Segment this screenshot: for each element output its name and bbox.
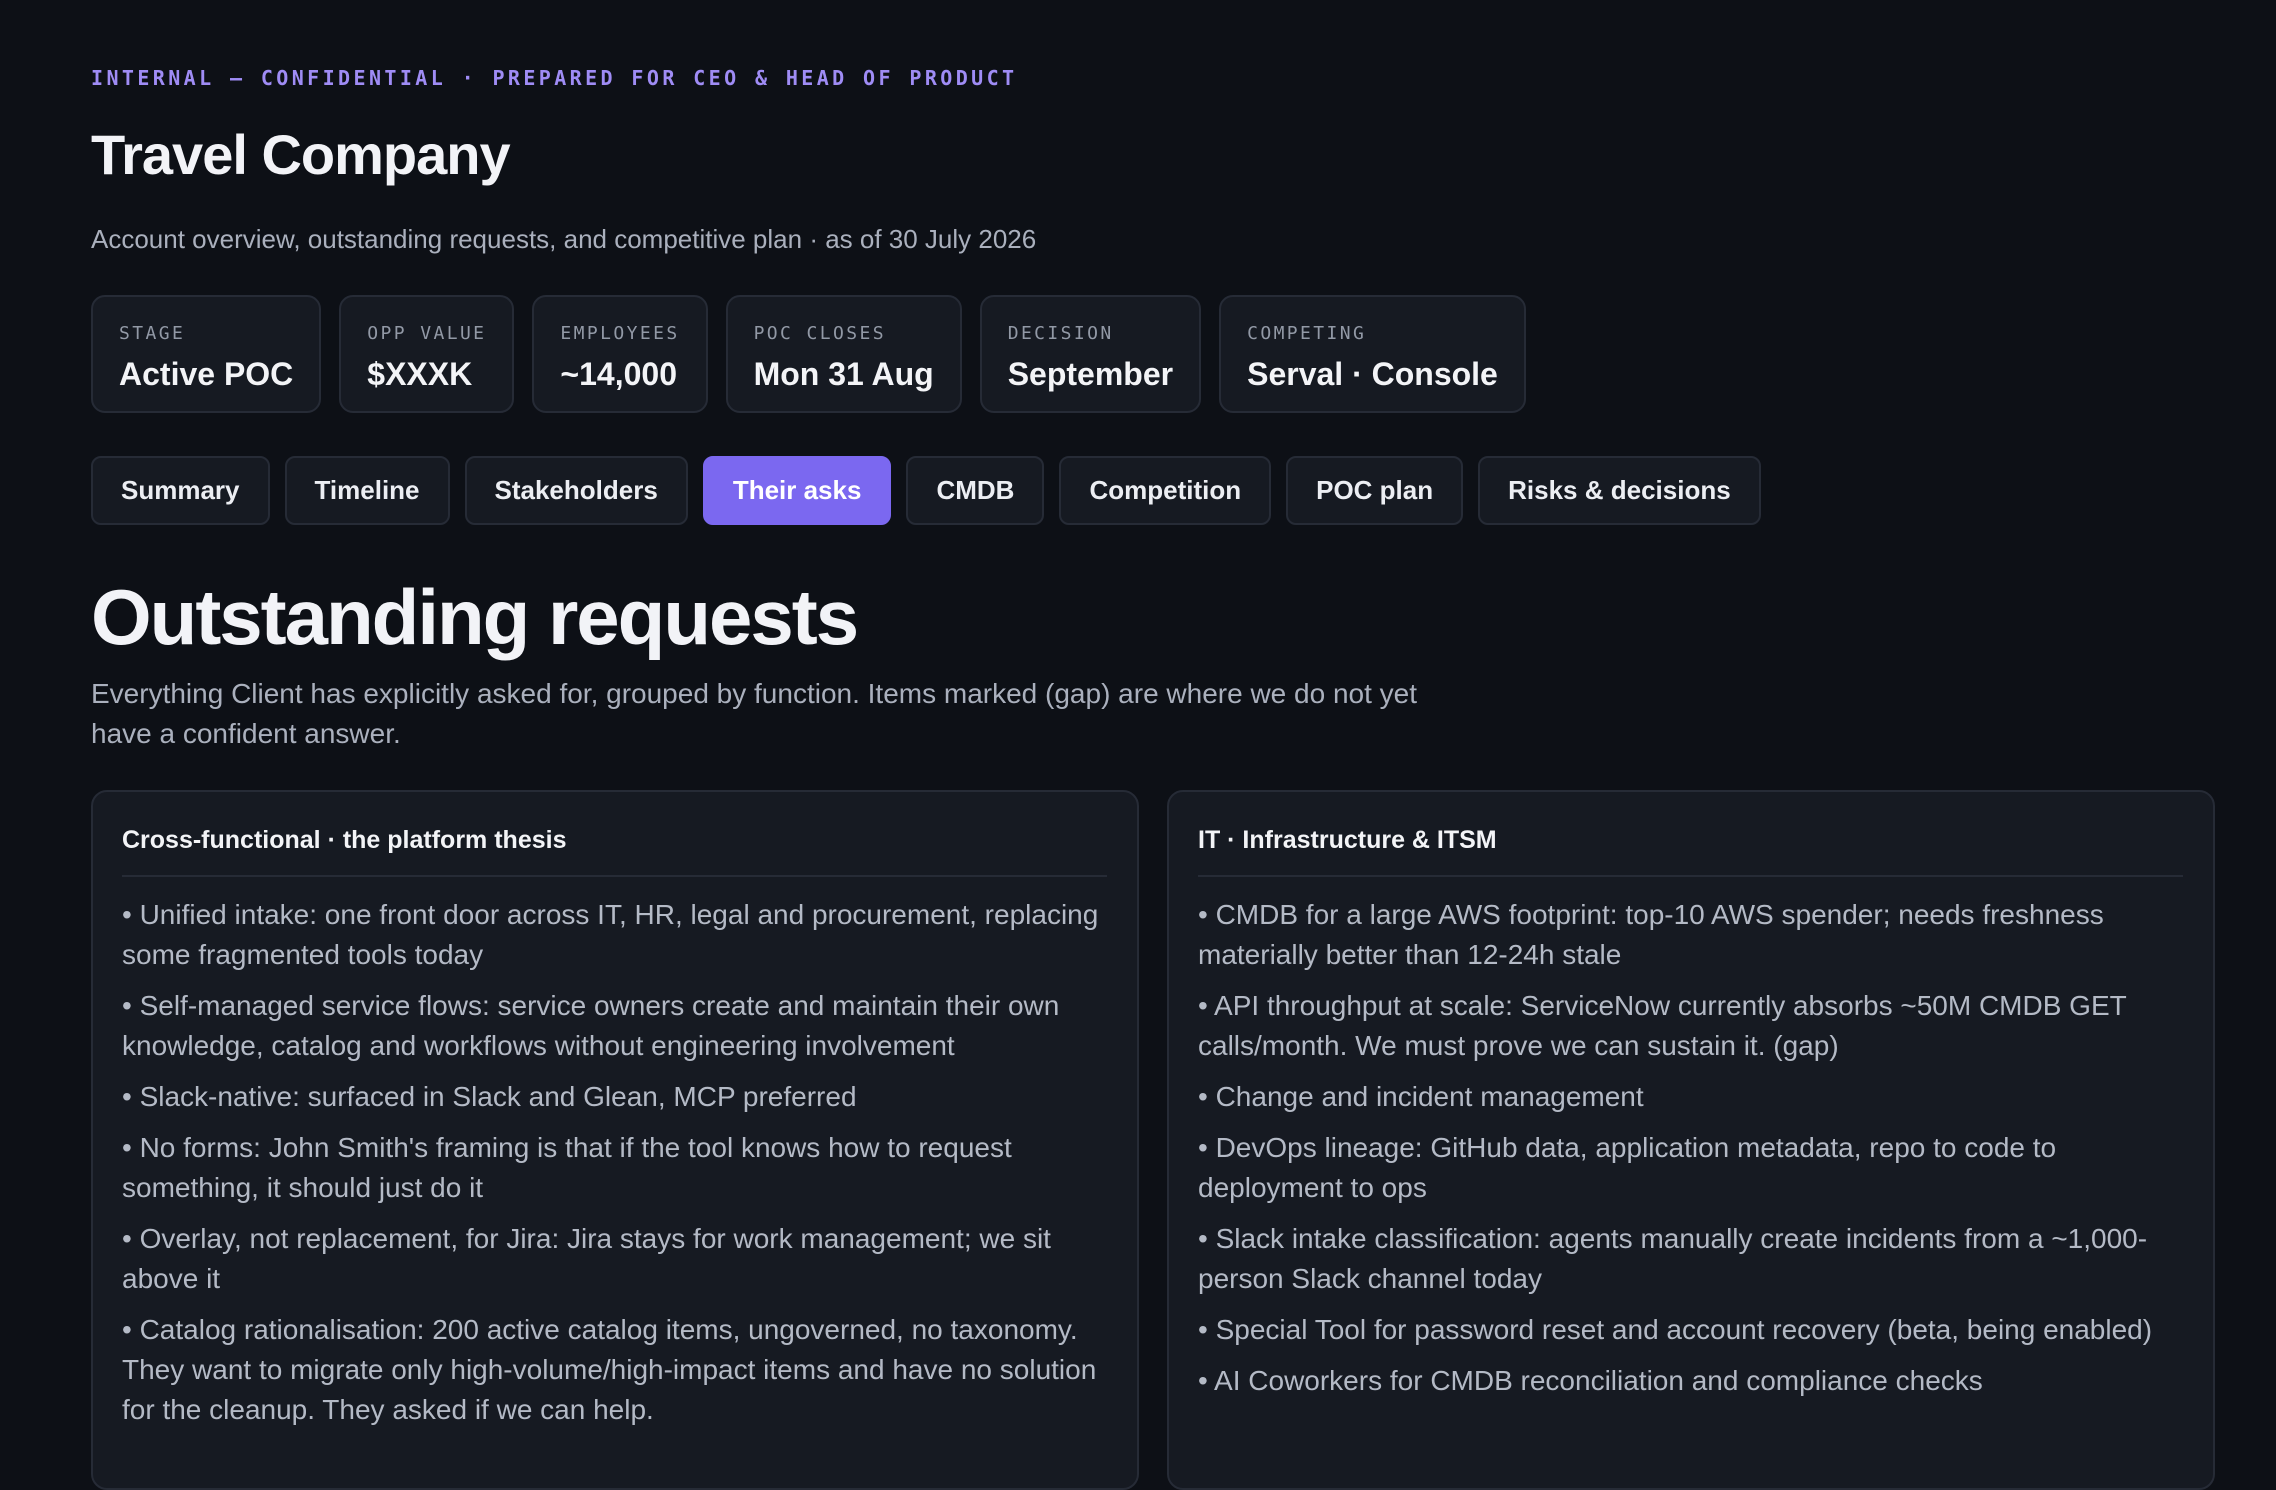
tab-their-asks[interactable]: Their asks [702,456,892,525]
list-item: • Overlay, not replacement, for Jira: Ji… [122,1223,1051,1294]
stat-card-employees: EMPLOYEES ~14,000 [532,295,708,413]
stat-card-competing: COMPETING Serval · Console [1219,295,1526,413]
tab-poc-plan[interactable]: POC plan [1286,456,1464,525]
account-overview-page: INTERNAL — CONFIDENTIAL · PREPARED FOR C… [91,0,2215,1490]
list-item: • DevOps lineage: GitHub data, applicati… [1198,1132,2057,1203]
stat-label: POC CLOSES [753,323,886,344]
tab-risks-decisions[interactable]: Risks & decisions [1478,456,1761,525]
tab-stakeholders[interactable]: Stakeholders [464,456,688,525]
stat-label: STAGE [119,323,186,344]
stat-label: EMPLOYEES [560,323,680,344]
list-item: • API throughput at scale: ServiceNow cu… [1198,990,2127,1061]
card-title: Cross-functional · the platform thesis [122,826,1107,877]
tab-cmdb[interactable]: CMDB [906,456,1045,525]
tab-competition[interactable]: Competition [1059,456,1272,525]
stat-value: Active POC [119,356,294,392]
section-description: Everything Client has explicitly asked f… [91,678,1418,749]
request-list: • Unified intake: one front door across … [122,895,1107,1430]
list-item: • No forms: John Smith's framing is that… [122,1132,1012,1203]
stat-card-decision: DECISION September [979,295,1202,413]
requests-card-it-infrastructure: IT · Infrastructure & ITSM • CMDB for a … [1167,790,2215,1490]
list-item: • Slack intake classification: agents ma… [1198,1223,2148,1294]
list-item: • Slack-native: surfaced in Slack and Gl… [122,1081,857,1112]
stat-label: DECISION [1007,323,1114,344]
stat-label: COMPETING [1247,323,1367,344]
list-item: • Change and incident management [1198,1081,1644,1112]
confidentiality-eyebrow: INTERNAL — CONFIDENTIAL · PREPARED FOR C… [91,66,1018,90]
list-item: • CMDB for a large AWS footprint: top-10… [1198,899,2104,970]
list-item: • Special Tool for password reset and ac… [1198,1314,2153,1345]
stat-card-opp-value: OPP VALUE $XXXK [339,295,515,413]
stat-value: ~14,000 [560,356,677,392]
list-item: • Catalog rationalisation: 200 active ca… [122,1314,1097,1425]
list-item: • Self-managed service flows: service ow… [122,990,1060,1061]
stat-value: $XXXK [367,356,473,392]
list-item: • AI Coworkers for CMDB reconciliation a… [1198,1365,1983,1396]
section-tabs: Summary Timeline Stakeholders Their asks… [91,456,1761,525]
page-subtitle: Account overview, outstanding requests, … [91,224,1037,254]
list-item: • Unified intake: one front door across … [122,899,1099,970]
stat-label: OPP VALUE [367,323,487,344]
requests-card-cross-functional: Cross-functional · the platform thesis •… [91,790,1139,1490]
stat-card-poc-closes: POC CLOSES Mon 31 Aug [725,295,962,413]
card-title: IT · Infrastructure & ITSM [1198,826,2183,877]
stat-cards: STAGE Active POC OPP VALUE $XXXK EMPLOYE… [91,295,1526,413]
tab-timeline[interactable]: Timeline [284,456,450,525]
section-title: Outstanding requests [91,573,859,661]
stat-value: September [1007,356,1174,392]
stat-card-stage: STAGE Active POC [91,295,322,413]
page-title: Travel Company [91,123,511,186]
request-list: • CMDB for a large AWS footprint: top-10… [1198,895,2183,1401]
stat-value: Mon 31 Aug [753,356,934,392]
stat-value: Serval · Console [1247,356,1498,392]
tab-summary[interactable]: Summary [91,456,270,525]
